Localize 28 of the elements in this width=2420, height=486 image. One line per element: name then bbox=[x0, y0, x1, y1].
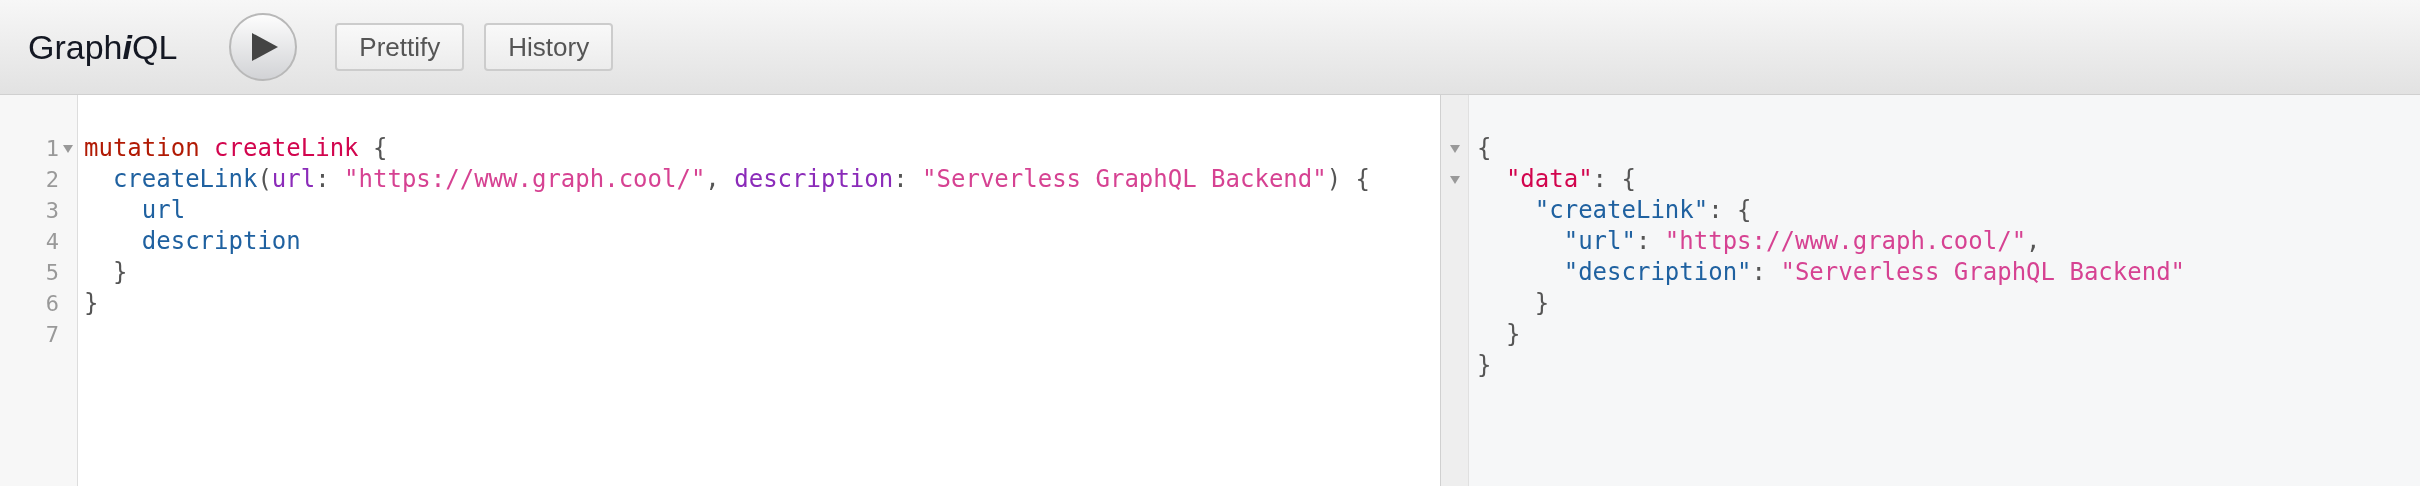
line-number: 1 bbox=[45, 135, 59, 163]
line-number: 4 bbox=[45, 228, 59, 256]
code-line: description bbox=[140, 226, 302, 257]
code-line: createLink(url: "https://www.graph.cool/", description: "Serverless GraphQL Backend") { bbox=[111, 164, 1371, 195]
code-line: mutation createLink { bbox=[84, 133, 389, 164]
fold-arrow-icon[interactable] bbox=[1449, 144, 1460, 153]
code-line: url bbox=[140, 195, 187, 226]
result-line: } bbox=[1533, 288, 1551, 319]
line-number: 7 bbox=[45, 321, 59, 349]
code-line: } bbox=[111, 257, 129, 288]
app-title: GraphiQL bbox=[28, 26, 178, 68]
result-line: "description": "Serverless GraphQL Backend" bbox=[1562, 257, 2186, 288]
code-line: } bbox=[84, 288, 100, 319]
line-number: 3 bbox=[45, 197, 59, 225]
result-line: { bbox=[1477, 133, 1493, 164]
line-number: 6 bbox=[45, 290, 59, 318]
toolbar-button[interactable]: Prettify bbox=[335, 23, 465, 71]
result-line: "url": "https://www.graph.cool/", bbox=[1562, 226, 2042, 257]
toolbar-button[interactable]: History bbox=[484, 23, 614, 71]
result-line: "createLink": { bbox=[1533, 195, 1753, 226]
fold-arrow-icon[interactable] bbox=[1449, 175, 1460, 184]
line-number: 5 bbox=[45, 259, 59, 287]
line-number: 2 bbox=[45, 166, 59, 194]
fold-arrow-icon[interactable] bbox=[63, 144, 73, 153]
play-icon bbox=[252, 33, 279, 61]
result-line: } bbox=[1504, 319, 1522, 350]
result-line: "data": { bbox=[1504, 164, 1637, 195]
result-line: } bbox=[1477, 350, 1493, 381]
